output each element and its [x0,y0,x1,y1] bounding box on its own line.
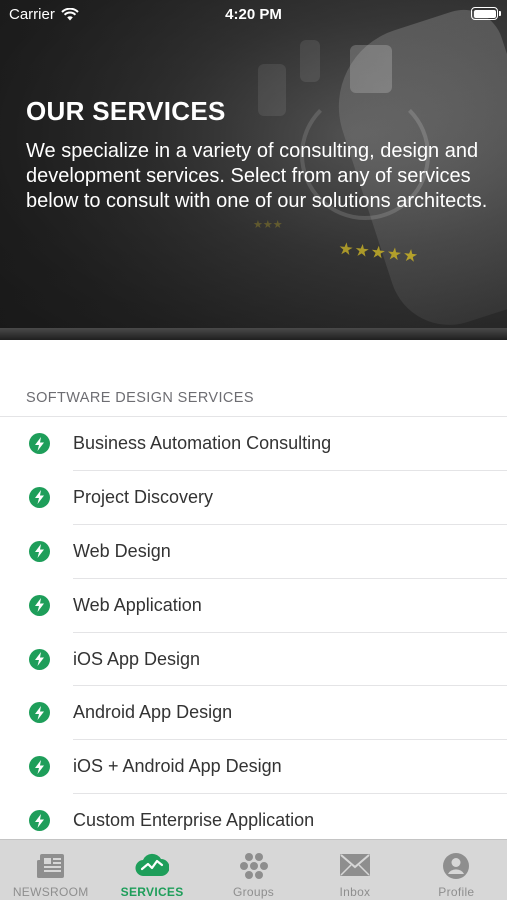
service-item-label: Web Design [73,540,171,561]
service-item-project-discovery[interactable]: Project Discovery [0,471,507,525]
bolt-icon [29,756,50,778]
tab-label: Groups [232,885,275,899]
service-item-business-automation[interactable]: Business Automation Consulting [0,417,507,471]
service-list: Business Automation Consulting Project D… [0,417,507,848]
service-item-label: iOS + Android App Design [73,756,282,777]
tab-services[interactable]: SERVICES [101,840,202,900]
bolt-icon [29,433,50,454]
tab-bar: NEWSROOM SERVICES Groups Inbox Profile [0,839,507,900]
service-item-android-app-design[interactable]: Android App Design [0,686,507,741]
status-bar: Carrier 4:20 PM [0,0,507,28]
tab-label: Inbox [339,885,371,899]
hero-description: We specialize in a variety of consulting… [26,140,488,212]
status-time: 4:20 PM [225,6,282,23]
bolt-icon [29,594,50,616]
service-item-label: Project Discovery [73,486,214,507]
service-item-ios-android-app-design[interactable]: iOS + Android App Design [0,740,507,795]
cloud-chart-icon [135,853,170,877]
bolt-icon [29,702,50,724]
groups-icon [239,853,268,879]
service-item-label: Business Automation Consulting [73,433,332,453]
page-title: OUR SERVICES [26,96,226,126]
tab-profile[interactable]: Profile [406,840,507,900]
envelope-icon [339,854,370,876]
service-item-web-application[interactable]: Web Application [0,579,507,633]
tab-newsroom[interactable]: NEWSROOM [0,840,101,900]
tab-label: NEWSROOM [12,885,89,899]
service-item-ios-app-design[interactable]: iOS App Design [0,633,507,687]
tab-label: SERVICES [120,885,184,899]
service-item-label: Custom Enterprise Application [73,810,315,831]
service-item-web-design[interactable]: Web Design [0,525,507,579]
tab-inbox[interactable]: Inbox [304,840,405,900]
section-header: SOFTWARE DESIGN SERVICES [26,390,254,406]
service-item-label: Web Application [73,594,202,615]
bolt-icon [29,540,50,562]
battery-icon [471,7,501,20]
service-item-label: Android App Design [73,702,233,723]
hero-bottom-strip [0,328,507,340]
bolt-icon [29,810,50,832]
tab-groups[interactable]: Groups [203,840,304,900]
service-item-label: iOS App Design [73,648,201,669]
newspaper-icon [36,854,64,878]
bolt-icon [29,486,50,508]
tab-label: Profile [438,885,475,899]
person-icon [443,853,470,879]
bolt-icon [29,648,50,670]
